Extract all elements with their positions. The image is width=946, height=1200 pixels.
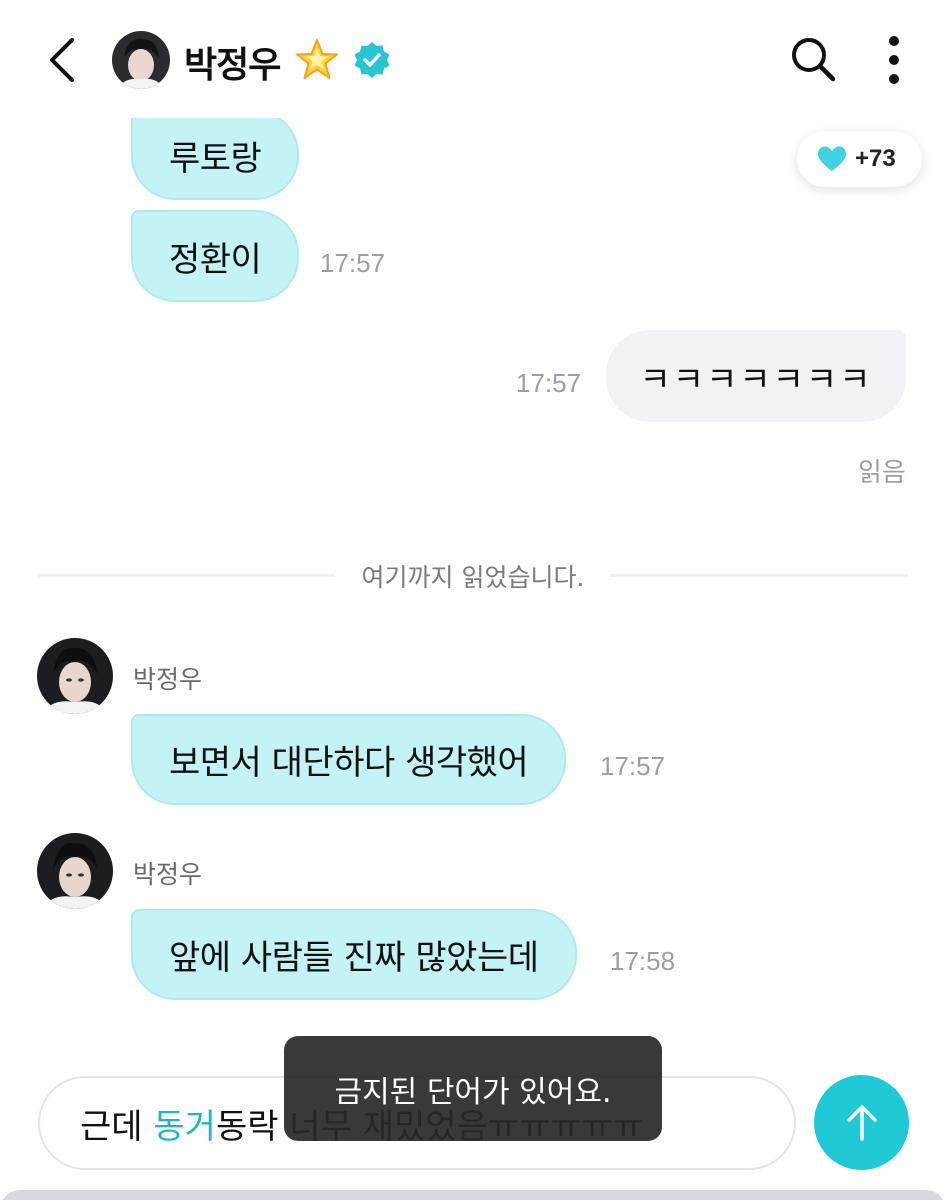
input-text-before: 근데 bbox=[80, 1106, 154, 1147]
avatar[interactable] bbox=[37, 638, 113, 714]
sender-name: 박정우 bbox=[133, 860, 203, 889]
chat-header: 박정우 bbox=[0, 0, 946, 118]
message-text: 루토랑 bbox=[169, 138, 262, 179]
read-status: 읽음 bbox=[858, 458, 906, 488]
back-button[interactable] bbox=[38, 30, 88, 90]
message-bubble[interactable]: ㅋㅋㅋㅋㅋㅋㅋ bbox=[606, 330, 906, 422]
message-bubble[interactable]: 보면서 대단하다 생각했어 bbox=[131, 714, 567, 805]
message-time: 17:57 bbox=[320, 248, 386, 278]
sender-name: 박정우 bbox=[133, 665, 203, 694]
search-button[interactable] bbox=[788, 34, 838, 84]
message-bubble[interactable]: 앞에 사람들 진짜 많았는데 bbox=[131, 909, 577, 1000]
message-text: 앞에 사람들 진짜 많았는데 bbox=[169, 938, 539, 978]
bottom-sheet bbox=[0, 1190, 946, 1200]
more-options-button[interactable] bbox=[876, 34, 912, 86]
heart-icon bbox=[818, 146, 846, 171]
message-text: 정환이 bbox=[169, 239, 262, 280]
message-time: 17:58 bbox=[610, 946, 676, 976]
avatar[interactable] bbox=[112, 31, 170, 89]
chevron-left-icon bbox=[50, 38, 74, 82]
glowing-star-icon bbox=[294, 37, 340, 83]
send-button[interactable] bbox=[814, 1075, 909, 1170]
message-bubble[interactable]: 정환이 bbox=[131, 210, 300, 302]
reaction-badge[interactable]: +73 bbox=[797, 131, 922, 187]
message-bubble[interactable]: 루토랑 bbox=[131, 110, 300, 200]
message-text: 보면서 대단하다 생각했어 bbox=[169, 743, 529, 783]
reaction-count: +73 bbox=[855, 145, 896, 172]
forbidden-word-highlight: 동거 bbox=[153, 1106, 216, 1147]
verified-badge-icon bbox=[352, 40, 392, 80]
arrow-up-icon bbox=[846, 1104, 877, 1141]
message-text: ㅋㅋㅋㅋㅋㅋㅋ bbox=[639, 359, 873, 400]
search-icon bbox=[792, 38, 836, 82]
message-time: 17:57 bbox=[516, 368, 582, 398]
more-vertical-icon bbox=[889, 36, 899, 84]
avatar[interactable] bbox=[37, 833, 113, 909]
message-time: 17:57 bbox=[600, 751, 666, 781]
toast-message: 금지된 단어가 있어요. bbox=[284, 1036, 662, 1141]
toast-text: 금지된 단어가 있어요. bbox=[334, 1074, 612, 1110]
read-marker-divider: 여기까지 읽었습니다. bbox=[361, 563, 585, 592]
chat-title: 박정우 bbox=[184, 45, 281, 86]
